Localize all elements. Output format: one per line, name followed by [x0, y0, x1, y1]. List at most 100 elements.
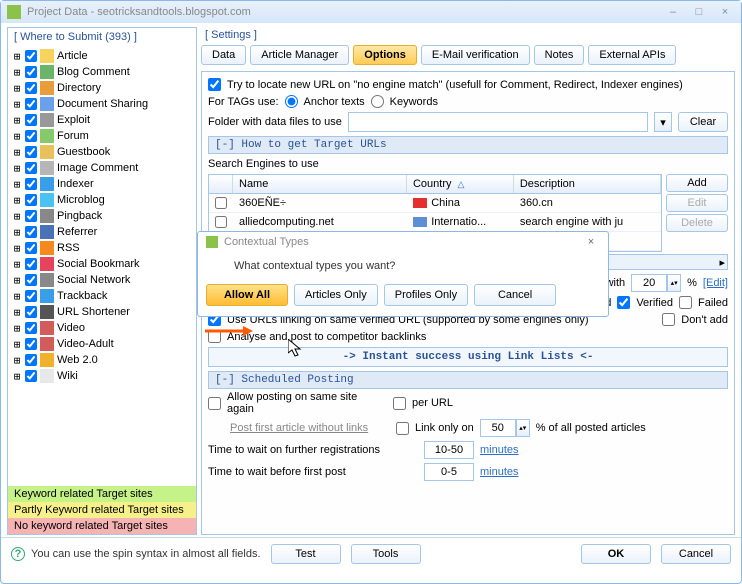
- expand-icon[interactable]: ⊞: [12, 258, 22, 271]
- row-checkbox[interactable]: [215, 216, 227, 228]
- engine-checkbox[interactable]: [25, 274, 37, 286]
- failed-checkbox[interactable]: [679, 296, 692, 309]
- engine-checkbox[interactable]: [25, 66, 37, 78]
- tab-notes[interactable]: Notes: [534, 45, 585, 65]
- engine-checkbox[interactable]: [25, 210, 37, 222]
- verified-checkbox[interactable]: [617, 296, 630, 309]
- minimize-button[interactable]: –: [663, 6, 683, 18]
- test-button[interactable]: Test: [271, 544, 341, 564]
- dont-add-checkbox[interactable]: [662, 313, 675, 326]
- wait-reg-input[interactable]: [424, 441, 474, 459]
- engine-tree-item[interactable]: ⊞Article: [12, 48, 192, 64]
- expand-icon[interactable]: ⊞: [12, 354, 22, 367]
- query-spin-buttons[interactable]: ▴▾: [667, 274, 681, 292]
- folder-input[interactable]: [348, 112, 648, 132]
- analyse-checkbox[interactable]: [208, 330, 221, 343]
- expand-icon[interactable]: ⊞: [12, 274, 22, 287]
- engine-checkbox[interactable]: [25, 178, 37, 190]
- col-name[interactable]: Name: [233, 175, 407, 193]
- link-only-spin[interactable]: ▴▾: [516, 419, 530, 437]
- delete-button[interactable]: Delete: [666, 214, 728, 232]
- table-row[interactable]: alliedcomputing.netInternatio...search e…: [209, 213, 661, 232]
- tab-article-manager[interactable]: Article Manager: [250, 45, 349, 65]
- engine-checkbox[interactable]: [25, 322, 37, 334]
- engine-tree[interactable]: ⊞Article⊞Blog Comment⊞Directory⊞Document…: [8, 46, 196, 486]
- post-first-article-link[interactable]: Post first article without links: [230, 422, 390, 434]
- engine-tree-item[interactable]: ⊞Image Comment: [12, 160, 192, 176]
- add-button[interactable]: Add: [666, 174, 728, 192]
- allow-all-button[interactable]: Allow All: [206, 284, 288, 306]
- engine-checkbox[interactable]: [25, 370, 37, 382]
- expand-icon[interactable]: ⊞: [12, 82, 22, 95]
- keywords-radio[interactable]: [371, 95, 384, 108]
- expand-icon[interactable]: ⊞: [12, 194, 22, 207]
- engine-checkbox[interactable]: [25, 226, 37, 238]
- expand-icon[interactable]: ⊞: [12, 290, 22, 303]
- engine-tree-item[interactable]: ⊞Document Sharing: [12, 96, 192, 112]
- engine-checkbox[interactable]: [25, 114, 37, 126]
- expand-icon[interactable]: ⊞: [12, 242, 22, 255]
- instant-success-link[interactable]: -> Instant success using Link Lists <-: [208, 347, 728, 367]
- engine-tree-item[interactable]: ⊞URL Shortener: [12, 304, 192, 320]
- expand-icon[interactable]: ⊞: [12, 338, 22, 351]
- per-url-checkbox[interactable]: [393, 397, 406, 410]
- tools-button[interactable]: Tools: [351, 544, 421, 564]
- engine-checkbox[interactable]: [25, 82, 37, 94]
- dialog-cancel-button[interactable]: Cancel: [474, 284, 556, 306]
- expand-icon[interactable]: ⊞: [12, 130, 22, 143]
- engine-checkbox[interactable]: [25, 242, 37, 254]
- expand-icon[interactable]: ⊞: [12, 370, 22, 383]
- engine-tree-item[interactable]: ⊞Blog Comment: [12, 64, 192, 80]
- query-count-input[interactable]: [631, 274, 667, 292]
- engine-tree-item[interactable]: ⊞Web 2.0: [12, 352, 192, 368]
- engine-tree-item[interactable]: ⊞Trackback: [12, 288, 192, 304]
- clear-button[interactable]: Clear: [678, 112, 728, 132]
- articles-only-button[interactable]: Articles Only: [294, 284, 378, 306]
- engine-checkbox[interactable]: [25, 130, 37, 142]
- scheduled-posting-section[interactable]: [-] Scheduled Posting: [208, 371, 728, 389]
- edit-link[interactable]: [Edit]: [703, 277, 728, 289]
- engine-tree-item[interactable]: ⊞RSS: [12, 240, 192, 256]
- cancel-button[interactable]: Cancel: [661, 544, 731, 564]
- expand-icon[interactable]: ⊞: [12, 210, 22, 223]
- engine-tree-item[interactable]: ⊞Forum: [12, 128, 192, 144]
- try-locate-checkbox[interactable]: [208, 78, 221, 91]
- engine-checkbox[interactable]: [25, 98, 37, 110]
- expand-icon[interactable]: ⊞: [12, 306, 22, 319]
- edit-button[interactable]: Edit: [666, 194, 728, 212]
- engine-tree-item[interactable]: ⊞Guestbook: [12, 144, 192, 160]
- wait-first-input[interactable]: [424, 463, 474, 481]
- dialog-close-button[interactable]: ×: [582, 236, 600, 248]
- table-row[interactable]: 360EÑE÷China360.cn: [209, 194, 661, 213]
- expand-icon[interactable]: ⊞: [12, 178, 22, 191]
- engine-checkbox[interactable]: [25, 194, 37, 206]
- expand-icon[interactable]: ⊞: [12, 146, 22, 159]
- close-button[interactable]: ×: [715, 6, 735, 18]
- engine-tree-item[interactable]: ⊞Social Bookmark: [12, 256, 192, 272]
- tab-external-apis[interactable]: External APIs: [588, 45, 676, 65]
- engine-checkbox[interactable]: [25, 162, 37, 174]
- col-description[interactable]: Description: [514, 175, 661, 193]
- expand-icon[interactable]: ⊞: [12, 50, 22, 63]
- link-only-input[interactable]: [480, 419, 516, 437]
- anchor-texts-radio[interactable]: [285, 95, 298, 108]
- engine-tree-item[interactable]: ⊞Social Network: [12, 272, 192, 288]
- minutes-link-2[interactable]: minutes: [480, 466, 519, 478]
- tab-e-mail-verification[interactable]: E-Mail verification: [421, 45, 530, 65]
- maximize-button[interactable]: □: [689, 6, 709, 18]
- engine-tree-item[interactable]: ⊞Wiki: [12, 368, 192, 384]
- target-urls-section[interactable]: [-] How to get Target URLs: [208, 136, 728, 154]
- engine-tree-item[interactable]: ⊞Exploit: [12, 112, 192, 128]
- engine-tree-item[interactable]: ⊞Referrer: [12, 224, 192, 240]
- engine-checkbox[interactable]: [25, 146, 37, 158]
- engine-tree-item[interactable]: ⊞Directory: [12, 80, 192, 96]
- engine-tree-item[interactable]: ⊞Indexer: [12, 176, 192, 192]
- engine-tree-item[interactable]: ⊞Video-Adult: [12, 336, 192, 352]
- engine-checkbox[interactable]: [25, 290, 37, 302]
- engine-tree-item[interactable]: ⊞Pingback: [12, 208, 192, 224]
- engine-checkbox[interactable]: [25, 258, 37, 270]
- expand-icon[interactable]: ⊞: [12, 162, 22, 175]
- folder-dropdown-button[interactable]: ▾: [654, 112, 672, 132]
- tab-options[interactable]: Options: [353, 45, 417, 65]
- engine-checkbox[interactable]: [25, 50, 37, 62]
